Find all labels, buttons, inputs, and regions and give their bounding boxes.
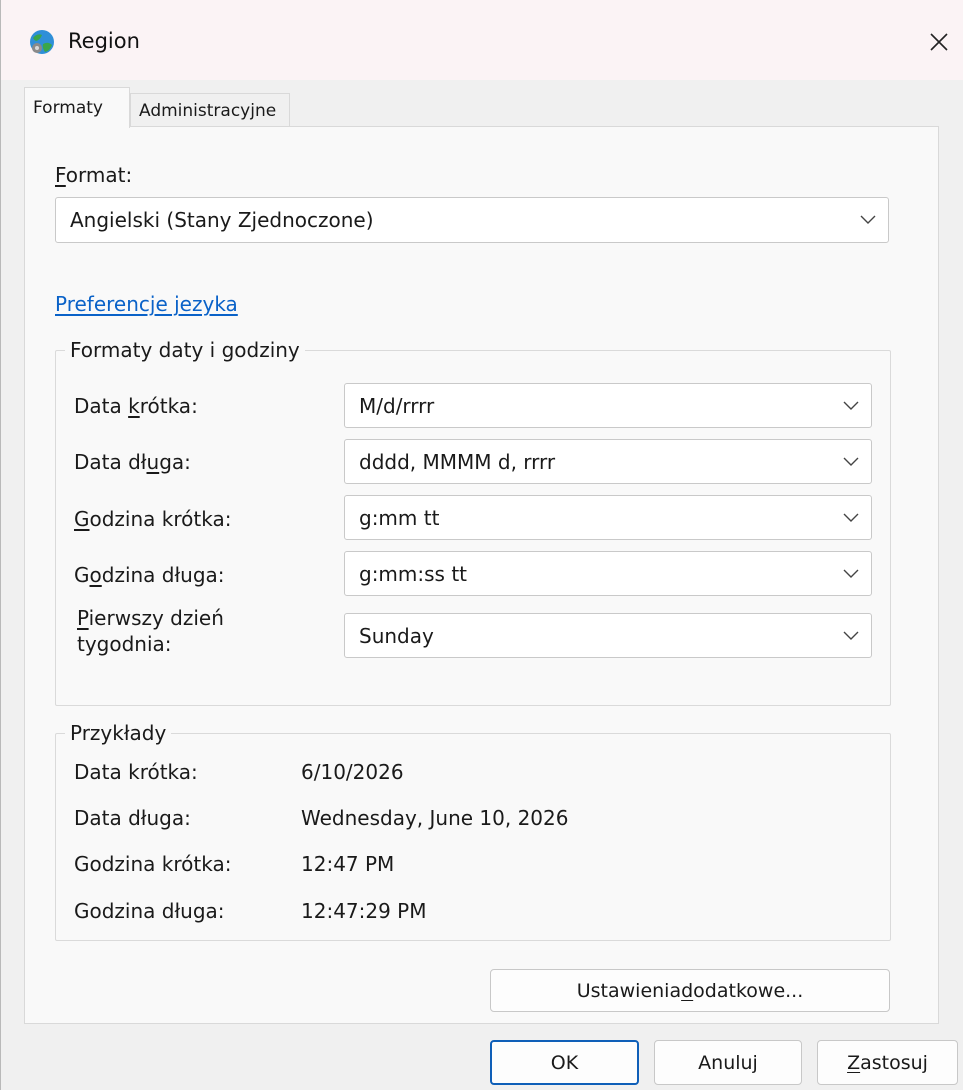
date-time-formats-title: Formaty daty i godziny: [65, 338, 305, 362]
close-button[interactable]: [921, 24, 957, 60]
first-day-dropdown[interactable]: Sunday: [344, 613, 872, 658]
example-short-date-label: Data krótka:: [74, 760, 198, 784]
button-label-part: odatkowe...: [693, 979, 804, 1002]
example-long-date-label: Data długa:: [74, 806, 191, 830]
examples-title: Przykłady: [65, 721, 172, 745]
long-date-value: dddd, MMMM d, rrrr: [359, 449, 556, 474]
cancel-button[interactable]: Anuluj: [654, 1040, 802, 1085]
example-short-date-value: 6/10/2026: [301, 760, 404, 784]
label-part: ierwszy dzień: [88, 606, 224, 630]
label-accel: u: [146, 450, 160, 474]
button-label-accel: d: [681, 979, 694, 1002]
tab-label: Administracyjne: [139, 101, 277, 121]
label-accel: k: [128, 394, 140, 418]
example-long-date-value: Wednesday, June 10, 2026: [301, 806, 569, 830]
first-day-label: Pierwszy dzień tygodnia:: [77, 605, 224, 657]
window-title: Region: [68, 29, 140, 53]
label-part: Data: [74, 394, 129, 418]
chevron-down-icon: [860, 215, 876, 224]
format-label-rest: ormat:: [65, 163, 133, 187]
example-long-time-label: Godzina długa:: [74, 899, 225, 923]
long-date-dropdown[interactable]: dddd, MMMM d, rrrr: [344, 439, 872, 484]
first-day-value: Sunday: [359, 623, 434, 648]
format-label: Format:: [55, 163, 132, 187]
chevron-down-icon: [843, 513, 859, 522]
format-label-accel: F: [55, 163, 66, 187]
chevron-down-icon: [843, 569, 859, 578]
label-part: ga:: [159, 450, 191, 474]
short-date-label: Data krótka:: [74, 394, 198, 418]
short-date-value: M/d/rrrr: [359, 393, 435, 418]
title-bar: Region: [1, 0, 963, 80]
apply-button-label: astosuj: [860, 1051, 928, 1074]
short-time-label: Godzina krótka:: [74, 507, 231, 531]
chevron-down-icon: [843, 401, 859, 410]
short-date-dropdown[interactable]: M/d/rrrr: [344, 383, 872, 428]
tab-label: Formaty: [33, 98, 103, 118]
label-part: tygodnia:: [77, 632, 172, 656]
button-label-part: Ustawienia: [576, 979, 682, 1002]
format-dropdown-value: Angielski (Stany Zjednoczone): [70, 208, 374, 232]
label-part: dzina długa:: [101, 563, 225, 587]
apply-button-accel: Z: [847, 1051, 861, 1074]
apply-button[interactable]: Zastosuj: [817, 1040, 958, 1085]
tab-formaty[interactable]: Formaty: [24, 87, 130, 128]
ok-button-label: OK: [550, 1051, 579, 1074]
label-accel: P: [77, 606, 89, 630]
label-part: odzina krótka:: [89, 507, 232, 531]
globe-region-icon: [30, 30, 54, 54]
long-time-dropdown[interactable]: g:mm:ss tt: [344, 551, 872, 596]
example-long-time-value: 12:47:29 PM: [301, 899, 427, 923]
cancel-button-label: Anuluj: [698, 1051, 758, 1074]
format-dropdown[interactable]: Angielski (Stany Zjednoczone): [55, 197, 889, 243]
chevron-down-icon: [843, 457, 859, 466]
label-part: rótka:: [139, 394, 198, 418]
example-short-time-label: Godzina krótka:: [74, 852, 232, 876]
chevron-down-icon: [843, 631, 859, 640]
region-dialog: Region Formaty Administracyjne Format: A…: [0, 0, 963, 1090]
long-time-label: Godzina długa:: [74, 563, 225, 587]
label-accel: G: [74, 507, 90, 531]
close-icon: [930, 33, 948, 51]
ok-button[interactable]: OK: [490, 1040, 639, 1085]
label-part: Data dł: [74, 450, 147, 474]
label-accel: o: [89, 563, 102, 587]
tab-administracyjne[interactable]: Administracyjne: [130, 93, 290, 127]
language-preferences-link[interactable]: Preferencje jezyka: [55, 292, 238, 316]
long-date-label: Data długa:: [74, 450, 191, 474]
example-short-time-value: 12:47 PM: [301, 852, 395, 876]
short-time-dropdown[interactable]: g:mm tt: [344, 495, 872, 540]
short-time-value: g:mm tt: [359, 505, 440, 530]
label-part: G: [74, 563, 90, 587]
formats-panel: Format: Angielski (Stany Zjednoczone) Pr…: [24, 126, 939, 1024]
long-time-value: g:mm:ss tt: [359, 561, 468, 586]
additional-settings-button[interactable]: Ustawienia d odatkowe...: [490, 969, 890, 1012]
